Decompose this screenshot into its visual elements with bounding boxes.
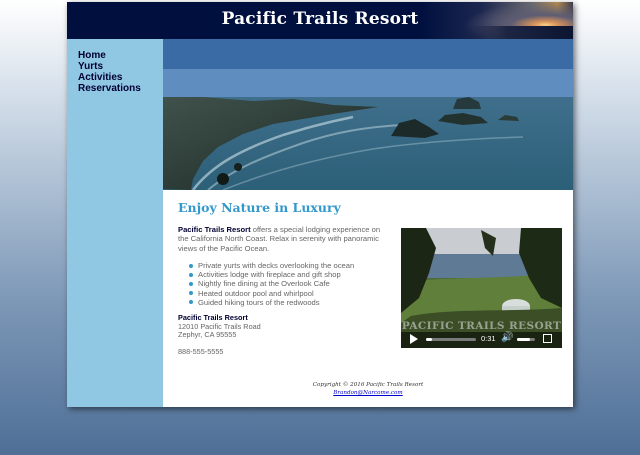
intro-paragraph: Pacific Trails Resort offers a special l… — [178, 225, 383, 253]
nav-reservations-link[interactable]: Reservations — [78, 83, 141, 94]
footer: Copyright © 2016 Pacific Trails Resort B… — [163, 382, 573, 397]
video-player[interactable]: PACIFIC TRAILS RESORT 0:31 🔊 — [401, 228, 562, 348]
volume-fill — [517, 338, 530, 341]
list-item: Guided hiking tours of the redwoods — [178, 298, 398, 307]
navigation: Home Yurts Activities Reservations — [67, 39, 163, 407]
video-progress-bar[interactable] — [426, 338, 476, 341]
main-heading: Enjoy Nature in Luxury — [178, 200, 341, 215]
bullet-icon — [189, 300, 193, 305]
list-item: Nightly fine dining at the Overlook Cafe — [178, 279, 398, 288]
nav-yurts-link[interactable]: Yurts — [78, 61, 103, 72]
main-content: Enjoy Nature in Luxury Pacific Trails Re… — [163, 190, 573, 407]
volume-icon[interactable]: 🔊 — [501, 332, 513, 343]
footer-email-link[interactable]: Brandon@Narcome.com — [333, 390, 402, 396]
nav-home-link[interactable]: Home — [78, 50, 106, 61]
list-item: Heated outdoor pool and whirlpool — [178, 289, 398, 298]
list-item: Activities lodge with fireplace and gift… — [178, 270, 398, 279]
fullscreen-icon[interactable] — [543, 334, 552, 343]
header-banner: Pacific Trails Resort — [67, 2, 573, 39]
video-progress-fill — [426, 338, 432, 341]
bullet-icon — [189, 263, 193, 268]
bullet-icon — [189, 272, 193, 277]
hero-coastline-image — [163, 39, 573, 190]
bullet-icon — [189, 291, 193, 296]
nav-activities-link[interactable]: Activities — [78, 72, 122, 83]
copyright-text: Copyright © 2016 Pacific Trails Resort — [312, 382, 424, 388]
bullet-icon — [189, 281, 193, 286]
site-title: Pacific Trails Resort — [221, 9, 419, 29]
video-title-overlay: PACIFIC TRAILS RESORT — [401, 320, 562, 332]
page-wrapper: Pacific Trails Resort Home Yurts Activit… — [67, 2, 573, 407]
play-icon[interactable] — [410, 334, 418, 344]
intro-brand-name: Pacific Trails Resort — [178, 225, 251, 234]
coastline-illustration — [163, 39, 573, 190]
feature-list: Private yurts with decks overlooking the… — [178, 261, 398, 307]
contact-phone: 888-555-5555 — [178, 347, 224, 356]
video-time: 0:31 — [481, 334, 496, 343]
volume-slider[interactable] — [517, 338, 535, 341]
contact-city: Zephyr, CA 95555 — [178, 330, 237, 340]
contact-address: Pacific Trails Resort 12010 Pacific Trai… — [178, 313, 261, 340]
list-item: Private yurts with decks overlooking the… — [178, 261, 398, 270]
